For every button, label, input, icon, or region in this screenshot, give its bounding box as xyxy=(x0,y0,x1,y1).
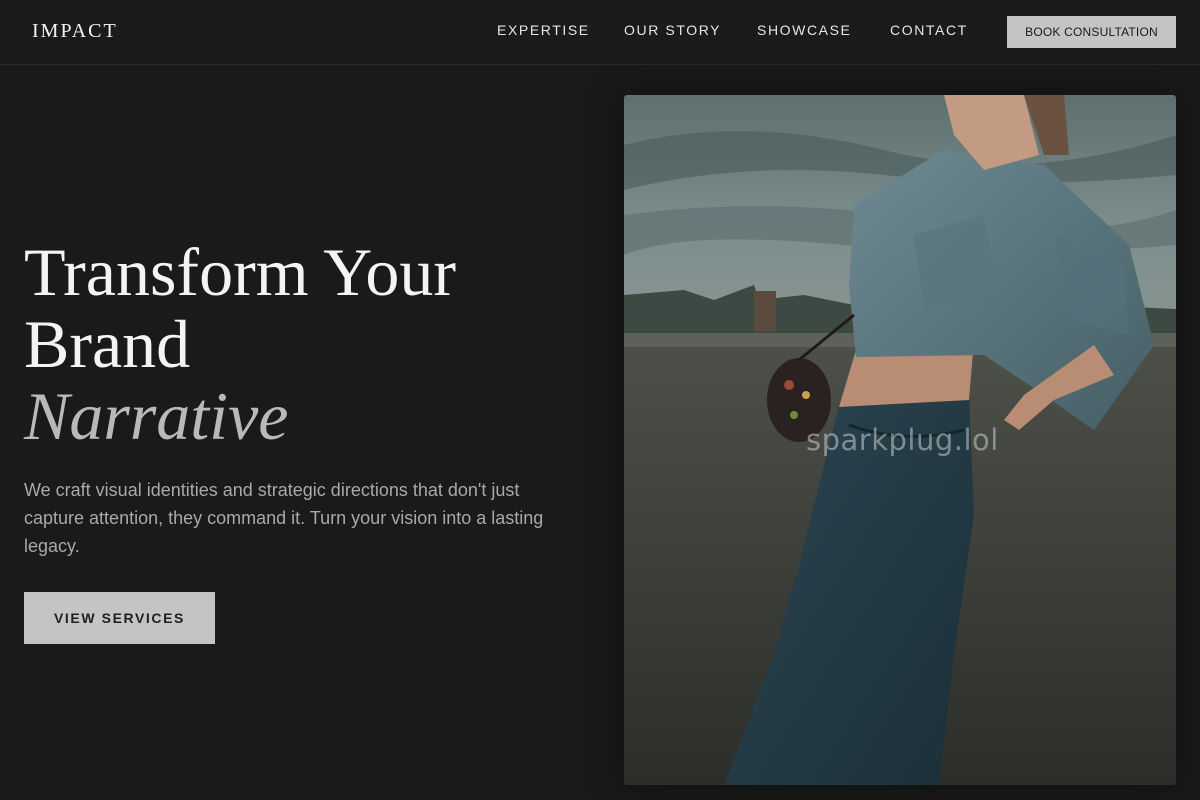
brand-logo[interactable]: IMPACT xyxy=(32,20,118,43)
page: IMPACT EXPERTISE OUR STORY SHOWCASE CONT… xyxy=(0,0,1200,800)
hero-title-line-1: Transform Your xyxy=(24,234,457,310)
hero-photo-illustration xyxy=(624,95,1176,785)
hero-title-accent: Narrative xyxy=(24,378,289,454)
top-nav: IMPACT EXPERTISE OUR STORY SHOWCASE CONT… xyxy=(0,0,1200,65)
book-consultation-button[interactable]: BOOK CONSULTATION xyxy=(1007,16,1176,48)
hero-title: Transform Your Brand Narrative xyxy=(24,236,584,452)
view-services-button[interactable]: VIEW SERVICES xyxy=(24,592,215,644)
hero-photo xyxy=(624,95,1176,785)
hero-description: We craft visual identities and strategic… xyxy=(24,480,544,556)
nav-link-our-story[interactable]: OUR STORY xyxy=(624,22,721,38)
nav-link-showcase[interactable]: SHOWCASE xyxy=(757,22,851,38)
nav-link-expertise[interactable]: EXPERTISE xyxy=(497,22,590,38)
nav-link-contact[interactable]: CONTACT xyxy=(890,22,968,38)
hero-title-line-2: Brand xyxy=(24,306,191,382)
